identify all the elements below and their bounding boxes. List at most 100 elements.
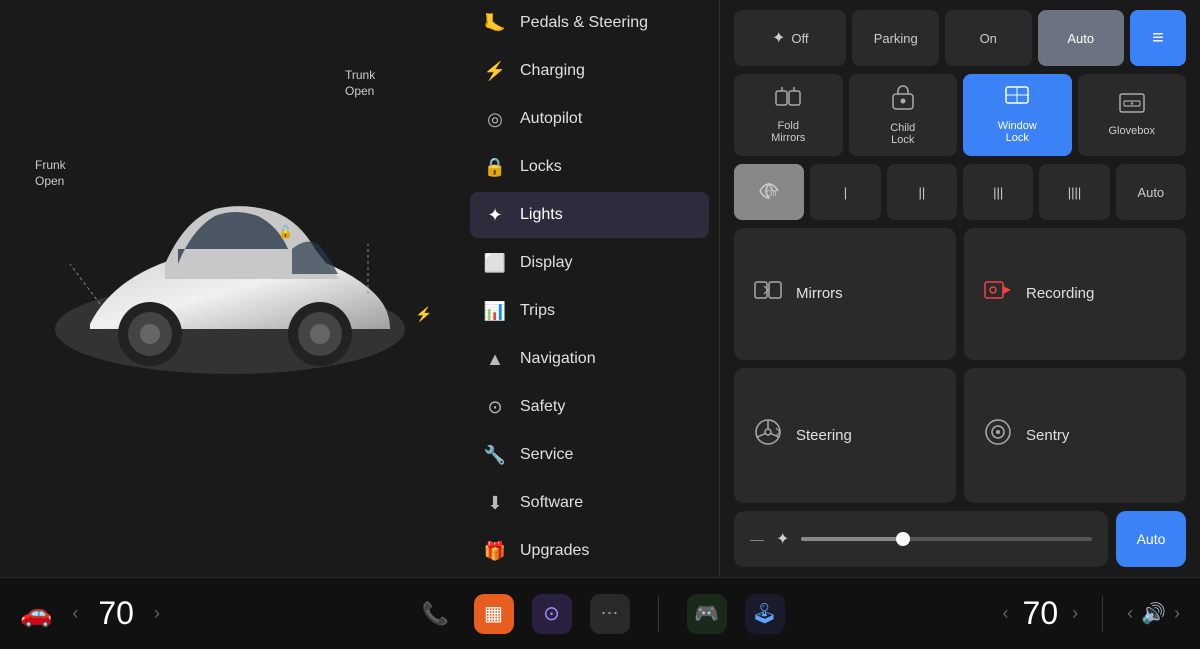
charging-icon: ⚡	[484, 60, 506, 82]
menu-item-service[interactable]: 🔧 Service	[470, 432, 709, 478]
fan-1-button[interactable]: |	[810, 164, 880, 220]
brightness-auto-button[interactable]: Auto	[1116, 511, 1186, 567]
brightness-auto-label: Auto	[1137, 531, 1166, 547]
dots-app-icon[interactable]: ⋯	[590, 594, 630, 634]
sentry-label: Sentry	[1026, 427, 1069, 444]
menu-label-navigation: Navigation	[520, 350, 596, 368]
window-lock-button[interactable]: WindowLock	[963, 74, 1072, 156]
car-view: Trunk Open Frunk Open	[0, 0, 460, 577]
recording-label: Recording	[1026, 285, 1094, 302]
fold-mirrors-icon	[775, 86, 801, 114]
menu-item-lights[interactable]: ✦ Lights	[470, 192, 709, 238]
energy-icon[interactable]: ▦	[474, 594, 514, 634]
menu-label-pedals: Pedals & Steering	[520, 14, 648, 32]
steering-icon	[754, 418, 782, 453]
svg-text:🔓: 🔓	[278, 225, 293, 239]
menu-label-software: Software	[520, 494, 583, 512]
autopilot-icon: ◎	[484, 108, 506, 130]
sentry-button[interactable]: Sentry	[964, 368, 1186, 504]
service-icon: 🔧	[484, 444, 506, 466]
light-list-button[interactable]: ≡	[1130, 10, 1186, 66]
mirrors-label: Mirrors	[796, 285, 843, 302]
mirrors-icon	[754, 278, 782, 309]
fan-auto-button[interactable]: Auto	[1116, 164, 1186, 220]
fan-3-icon: |||	[993, 185, 1003, 200]
safety-icon: ⊙	[484, 396, 506, 418]
menu-label-service: Service	[520, 446, 573, 464]
fan-4-button[interactable]: ||||	[1039, 164, 1109, 220]
brightness-row: — ✦ Auto	[734, 511, 1186, 567]
dashcam-icon: ⊙	[543, 601, 560, 626]
car-home-icon[interactable]: 🚗	[20, 598, 52, 629]
glovebox-icon	[1119, 93, 1145, 119]
controls-panel: ✦ Off Parking On Auto ≡	[720, 0, 1200, 577]
phone-icon[interactable]: 📞	[416, 594, 456, 634]
sentry-icon	[984, 418, 1012, 453]
games-app-icon[interactable]: 🎮	[687, 594, 727, 634]
fan-off-button[interactable]: Off	[734, 164, 804, 220]
child-lock-button[interactable]: ChildLock	[849, 74, 958, 156]
menu-item-navigation[interactable]: ▲ Navigation	[470, 336, 709, 382]
volume-control[interactable]: ‹ 🔊 ›	[1127, 601, 1180, 626]
volume-left-arrow[interactable]: ‹	[1127, 603, 1133, 624]
software-icon: ⬇	[484, 492, 506, 514]
window-lock-icon	[1005, 86, 1029, 114]
menu-item-safety[interactable]: ⊙ Safety	[470, 384, 709, 430]
light-off-button[interactable]: ✦ Off	[734, 10, 846, 66]
speed-right-display: 70	[1023, 595, 1059, 632]
glovebox-button[interactable]: Glovebox	[1078, 74, 1187, 156]
mirrors-button[interactable]: Mirrors	[734, 228, 956, 360]
window-lock-label: WindowLock	[998, 120, 1037, 144]
joystick-app-icon[interactable]: 🕹	[745, 594, 785, 634]
trips-icon: 📊	[484, 300, 506, 322]
camera-app-icon[interactable]: ⊙	[532, 594, 572, 634]
on-label: On	[980, 31, 997, 46]
menu-item-upgrades[interactable]: 🎁 Upgrades	[470, 528, 709, 574]
fold-mirrors-button[interactable]: FoldMirrors	[734, 74, 843, 156]
steering-label: Steering	[796, 427, 852, 444]
speed-left-arrow[interactable]: ‹	[72, 603, 78, 624]
fan-4-icon: ||||	[1068, 185, 1082, 200]
menu-item-display[interactable]: ⬜ Display	[470, 240, 709, 286]
recording-button[interactable]: Recording	[964, 228, 1186, 360]
taskbar: 🚗 ‹ 70 › 📞 ▦ ⊙ ⋯ 🎮 🕹 ‹ 70 ›	[0, 577, 1200, 649]
volume-right-arrow[interactable]: ›	[1174, 603, 1180, 624]
volume-icon: 🔊	[1141, 601, 1166, 626]
speed-left-arrow-right[interactable]: ‹	[1003, 603, 1009, 624]
side-menu: 🦶 Pedals & Steering ⚡ Charging ◎ Autopil…	[460, 0, 720, 577]
light-auto-button[interactable]: Auto	[1038, 10, 1125, 66]
speed-right-arrow[interactable]: ›	[1072, 603, 1078, 624]
menu-item-software[interactable]: ⬇ Software	[470, 480, 709, 526]
brightness-slider-container[interactable]: — ✦	[734, 511, 1108, 567]
menu-label-lights: Lights	[520, 206, 563, 224]
menu-item-autopilot[interactable]: ◎ Autopilot	[470, 96, 709, 142]
light-parking-button[interactable]: Parking	[852, 10, 939, 66]
brightness-track[interactable]	[801, 537, 1092, 541]
brightness-sun-icon: ✦	[776, 529, 789, 549]
fan-2-button[interactable]: ||	[887, 164, 957, 220]
child-lock-label: ChildLock	[890, 122, 915, 146]
steering-button[interactable]: Steering	[734, 368, 956, 504]
taskbar-divider	[658, 596, 659, 632]
fan-1-icon: |	[844, 185, 847, 200]
taskbar-right-divider	[1102, 596, 1103, 632]
menu-item-pedals[interactable]: 🦶 Pedals & Steering	[470, 0, 709, 46]
light-off-label: Off	[791, 31, 808, 46]
games-icon: 🎮	[694, 601, 719, 626]
parking-label: Parking	[874, 31, 918, 46]
locks-icon: 🔒	[484, 156, 506, 178]
child-lock-icon	[892, 84, 914, 116]
light-off-icon: ✦	[772, 28, 785, 48]
light-on-button[interactable]: On	[945, 10, 1032, 66]
menu-label-autopilot: Autopilot	[520, 110, 582, 128]
menu-item-charging[interactable]: ⚡ Charging	[470, 48, 709, 94]
menu-item-locks[interactable]: 🔒 Locks	[470, 144, 709, 190]
speed-right-value: 70	[1023, 595, 1059, 632]
speed-right-arrow-left[interactable]: ›	[154, 603, 160, 624]
brightness-thumb[interactable]	[896, 532, 910, 546]
brightness-fill	[801, 537, 903, 541]
fan-3-button[interactable]: |||	[963, 164, 1033, 220]
menu-item-trips[interactable]: 📊 Trips	[470, 288, 709, 334]
fan-off-icon: Off	[758, 182, 780, 203]
fold-mirrors-label: FoldMirrors	[771, 120, 805, 144]
